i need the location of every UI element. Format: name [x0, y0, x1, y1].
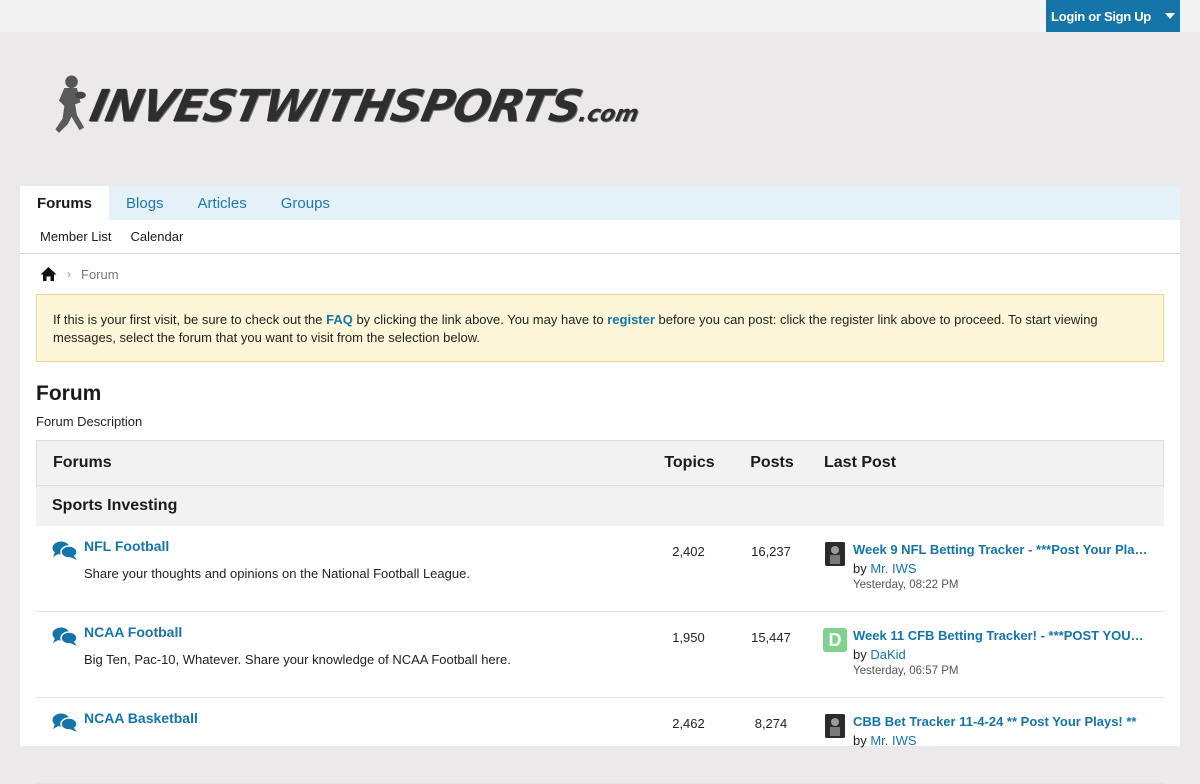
chat-bubbles-icon — [52, 713, 78, 732]
posts-count: 15,447 — [751, 630, 791, 645]
topics-count: 1,950 — [672, 630, 705, 645]
subnav-member-list[interactable]: Member List — [40, 229, 112, 244]
table-header: Forums Topics Posts Last Post — [36, 440, 1164, 486]
forum-description: Big Ten, Pac-10, Whatever. Share your kn… — [84, 652, 511, 667]
author-link[interactable]: DaKid — [870, 647, 905, 662]
login-label: Login or Sign Up — [1051, 8, 1151, 24]
table-row: NCAA Football Big Ten, Pac-10, Whatever.… — [36, 612, 1164, 698]
notice-text-1: If this is your first visit, be sure to … — [53, 312, 327, 327]
subnav-calendar[interactable]: Calendar — [131, 229, 184, 244]
caret-down-icon — [1164, 13, 1175, 19]
forum-cell: NCAA Basketball — [36, 698, 636, 783]
by-label: by — [853, 561, 871, 576]
chat-bubbles-icon — [52, 627, 78, 646]
home-icon[interactable] — [40, 266, 57, 282]
header-forums: Forums — [53, 454, 112, 471]
header-topics: Topics — [664, 454, 715, 471]
avatar[interactable] — [825, 714, 845, 738]
author-link[interactable]: Mr. IWS — [870, 561, 916, 576]
avatar[interactable] — [825, 542, 845, 566]
tab-groups[interactable]: Groups — [264, 186, 347, 220]
by-label: by — [853, 647, 871, 662]
site-logo[interactable]: INVESTWITHSPORTS.com — [50, 68, 641, 144]
posts-count: 16,237 — [751, 544, 791, 559]
author-link[interactable]: Mr. IWS — [870, 733, 916, 748]
last-post-author: by DaKid — [853, 647, 906, 662]
last-post-time: Yesterday, 08:22 PM — [853, 579, 959, 591]
register-link[interactable]: register — [607, 312, 655, 327]
header-last-post: Last Post — [824, 454, 897, 471]
forum-table: Forums Topics Posts Last Post Sports Inv… — [36, 440, 1164, 784]
primary-nav: Forums Blogs Articles Groups — [20, 186, 1180, 220]
table-row: NCAA Basketball 2,462 8,274 CBB Bet Trac… — [36, 698, 1164, 784]
posts-count: 8,274 — [754, 716, 788, 731]
last-post-time: Yesterday, 06:57 PM — [853, 665, 959, 677]
page-description: Forum Description — [36, 414, 143, 429]
table-row: NFL Football Share your thoughts and opi… — [36, 526, 1164, 612]
last-post-title-link[interactable]: Week 11 CFB Betting Tracker! - ***POST Y… — [853, 628, 1149, 643]
chevron-right-icon: › — [67, 267, 71, 281]
last-post-cell: CBB Bet Tracker 11-4-24 ** Post Your Pla… — [801, 698, 1164, 783]
last-post-author: by Mr. IWS — [853, 733, 917, 748]
last-post-cell: Week 9 NFL Betting Tracker - ***Post You… — [801, 526, 1164, 611]
forum-name-link[interactable]: NCAA Football — [84, 624, 182, 640]
last-post-cell: D Week 11 CFB Betting Tracker! - ***POST… — [801, 612, 1164, 697]
forum-cell: NFL Football Share your thoughts and opi… — [36, 526, 636, 611]
forum-cell: NCAA Football Big Ten, Pac-10, Whatever.… — [36, 612, 636, 697]
page-title: Forum — [36, 382, 102, 405]
login-signup-button[interactable]: Login or Sign Up — [1046, 0, 1180, 32]
tab-articles[interactable]: Articles — [181, 186, 264, 220]
forum-description: Share your thoughts and opinions on the … — [84, 566, 470, 581]
by-label: by — [853, 733, 871, 748]
forum-name-link[interactable]: NFL Football — [84, 538, 169, 554]
top-bar: Login or Sign Up — [0, 0, 1200, 32]
last-post-title-link[interactable]: CBB Bet Tracker 11-4-24 ** Post Your Pla… — [853, 714, 1149, 729]
forum-name-link[interactable]: NCAA Basketball — [84, 710, 198, 726]
header-posts: Posts — [750, 454, 794, 471]
breadcrumb: › Forum — [20, 254, 1180, 294]
topics-count: 2,462 — [672, 716, 705, 731]
last-post-author: by Mr. IWS — [853, 561, 917, 576]
secondary-nav: Member List Calendar — [20, 220, 1180, 254]
main-panel: Forums Blogs Articles Groups Member List… — [20, 186, 1180, 784]
chat-bubbles-icon — [52, 541, 78, 560]
topics-count: 2,402 — [672, 544, 705, 559]
breadcrumb-current: Forum — [81, 266, 119, 282]
category-header[interactable]: Sports Investing — [36, 486, 1164, 526]
welcome-notice: If this is your first visit, be sure to … — [36, 294, 1164, 362]
last-post-title-link[interactable]: Week 9 NFL Betting Tracker - ***Post You… — [853, 542, 1149, 557]
faq-link[interactable]: FAQ — [326, 312, 353, 327]
notice-text-2: by clicking the link above. You may have… — [352, 312, 608, 327]
avatar[interactable]: D — [823, 628, 847, 652]
logo-wordmark: INVESTWITHSPORTS.com — [85, 80, 641, 132]
tab-forums[interactable]: Forums — [20, 186, 110, 220]
tab-blogs[interactable]: Blogs — [109, 186, 181, 220]
